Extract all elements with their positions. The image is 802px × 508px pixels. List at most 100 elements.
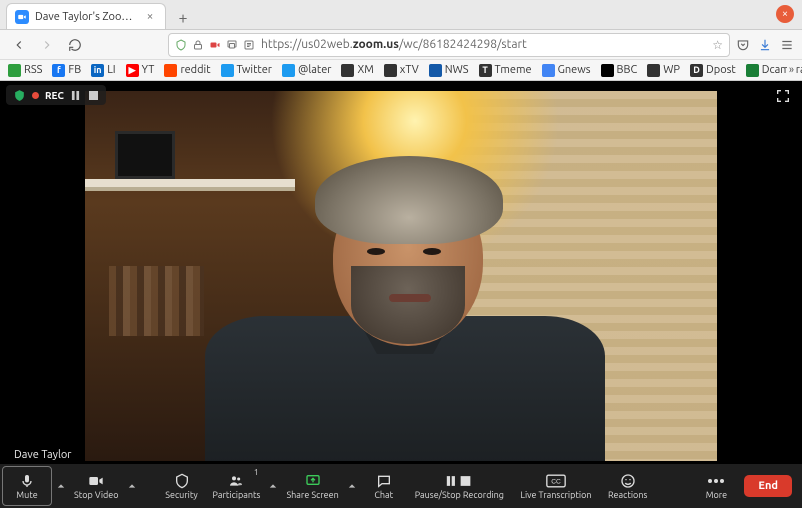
record-button[interactable]: Pause/Stop Recording [409, 464, 510, 508]
url-text: https://us02web.zoom.us/wc/86182424298/s… [261, 38, 706, 51]
audio-options-chevron[interactable] [54, 464, 68, 508]
bookmark-label: LI [107, 64, 115, 76]
zoom-toolbar: Mute Stop Video Security 1 Participants … [0, 464, 802, 508]
bookmark-favicon [384, 64, 397, 77]
bookmark-label: @later [298, 64, 331, 76]
bookmark-label: Gnews [558, 64, 591, 76]
more-button[interactable]: More [698, 464, 734, 508]
security-button[interactable]: Security [157, 464, 207, 508]
bookmark-item[interactable]: XM [341, 64, 373, 77]
recording-stop-button[interactable] [88, 89, 100, 101]
bookmark-item[interactable]: @later [282, 64, 331, 77]
bookmark-favicon [221, 64, 234, 77]
bookmark-item[interactable]: WP [647, 64, 680, 77]
stop-video-button[interactable]: Stop Video [68, 464, 125, 508]
bookmark-favicon: D [690, 64, 703, 77]
bookmark-favicon: T [479, 64, 492, 77]
recording-pause-button[interactable] [70, 89, 82, 101]
menu-icon[interactable] [780, 38, 794, 52]
bookmark-favicon [601, 64, 614, 77]
ellipsis-icon [707, 472, 725, 490]
bookmark-item[interactable]: TTmeme [479, 64, 532, 77]
reactions-button[interactable]: Reactions [602, 464, 653, 508]
bookmark-label: reddit [180, 64, 210, 76]
recording-dot-icon [32, 92, 39, 99]
microphone-icon [19, 472, 35, 490]
pocket-icon[interactable] [736, 38, 750, 52]
browser-tab-active[interactable]: Dave Taylor's Zoom Mee × [6, 3, 166, 29]
pause-stop-icon [446, 472, 472, 490]
url-bar[interactable]: https://us02web.zoom.us/wc/86182424298/s… [168, 33, 730, 57]
new-tab-button[interactable]: + [172, 7, 194, 29]
bookmark-item[interactable]: fFB [52, 64, 81, 77]
smile-icon [620, 472, 636, 490]
bookmark-label: FB [68, 64, 81, 76]
share-options-chevron[interactable] [345, 464, 359, 508]
popup-icon [226, 39, 238, 51]
bookmark-item[interactable]: NWS [429, 64, 469, 77]
fullscreen-button[interactable] [774, 87, 792, 105]
bookmark-favicon: ▶ [126, 64, 139, 77]
bookmark-item[interactable]: DDpost [690, 64, 736, 77]
chat-button[interactable]: Chat [359, 464, 409, 508]
live-transcription-button[interactable]: CC Live Transcription [510, 464, 602, 508]
bookmark-favicon [542, 64, 555, 77]
bookmark-label: xTV [400, 64, 419, 76]
forward-button[interactable] [36, 34, 58, 56]
chat-icon [376, 472, 392, 490]
recording-label: REC [45, 90, 64, 101]
share-screen-button[interactable]: Share Screen [280, 464, 344, 508]
self-video[interactable] [85, 91, 717, 461]
tab-close-icon[interactable]: × [143, 10, 157, 23]
downloads-icon[interactable] [758, 38, 772, 52]
bookmark-label: WP [663, 64, 680, 76]
bookmark-item[interactable]: BBC [601, 64, 638, 77]
reader-icon [243, 39, 255, 51]
bookmark-label: YT [142, 64, 155, 76]
bookmark-item[interactable]: ▶YT [126, 64, 155, 77]
bookmark-favicon [164, 64, 177, 77]
bookmark-item[interactable]: inLI [91, 64, 115, 77]
recording-indicator: REC [6, 85, 106, 105]
browser-tabstrip: Dave Taylor's Zoom Mee × + × [0, 0, 802, 30]
zoom-app: REC Dave Taylor Mute [0, 81, 802, 508]
tab-title: Dave Taylor's Zoom Mee [35, 11, 137, 23]
lock-icon [192, 39, 204, 51]
bookmark-item[interactable]: RSS [8, 64, 42, 77]
bookmark-favicon: in [91, 64, 104, 77]
end-meeting-button[interactable]: End [744, 475, 792, 497]
mute-button[interactable]: Mute [2, 466, 52, 506]
participants-count: 1 [254, 468, 259, 477]
bookmark-favicon [746, 64, 759, 77]
site-identity[interactable] [175, 39, 255, 51]
bookmark-item[interactable]: reddit [164, 64, 210, 77]
video-options-chevron[interactable] [125, 464, 139, 508]
bookmark-label: RSS [24, 64, 42, 76]
participants-button[interactable]: 1 Participants [207, 464, 267, 508]
bookmarks-overflow-icon[interactable]: » [787, 64, 796, 76]
bookmark-label: XM [357, 64, 373, 76]
back-button[interactable] [8, 34, 30, 56]
reload-button[interactable] [64, 34, 86, 56]
share-screen-icon [304, 472, 322, 490]
bookmark-star-icon[interactable]: ☆ [712, 38, 723, 52]
bookmark-item[interactable]: xTV [384, 64, 419, 77]
participants-options-chevron[interactable] [266, 464, 280, 508]
encryption-shield-icon[interactable] [12, 88, 26, 102]
bookmark-favicon [647, 64, 660, 77]
bookmark-item[interactable]: Gnews [542, 64, 591, 77]
bookmark-item[interactable]: Twitter [221, 64, 272, 77]
video-camera-icon [87, 472, 105, 490]
bookmarks-bar: RSS fFB inLI ▶YT reddit Twitter @later XM xTV NWS… [0, 60, 802, 81]
bookmark-label: Dpost [706, 64, 736, 76]
bookmark-label: BBC [617, 64, 638, 76]
zoom-favicon [15, 10, 29, 24]
bookmark-favicon [8, 64, 21, 77]
bookmark-favicon [429, 64, 442, 77]
bookmark-favicon [282, 64, 295, 77]
shield-icon [175, 39, 187, 51]
camera-permission-icon [209, 39, 221, 51]
window-close-button[interactable]: × [776, 5, 794, 23]
shield-icon [174, 472, 190, 490]
bookmark-label: Twitter [237, 64, 272, 76]
